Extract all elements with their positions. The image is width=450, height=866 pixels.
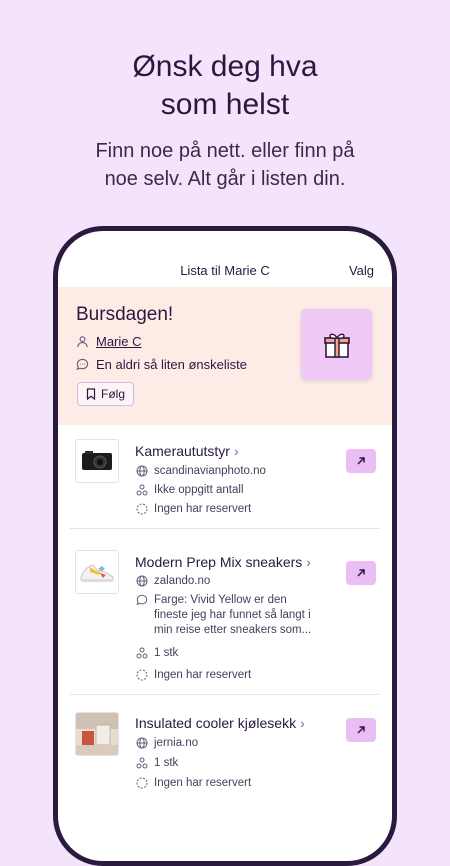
item-name[interactable]: Insulated cooler kjølesekk ›: [135, 715, 305, 731]
wishlist-description: En aldri så liten ønskeliste: [96, 357, 248, 372]
comment-icon: [76, 358, 89, 371]
item-reservation: Ingen har reservert: [136, 502, 251, 517]
item-thumbnail: [75, 550, 119, 594]
item-quantity-text: 1 stk: [154, 647, 179, 659]
item-reservation: Ingen har reservert: [136, 776, 251, 791]
item-quantity: 1 stk: [136, 756, 178, 771]
item-name[interactable]: Kameraututstyr ›: [135, 443, 239, 459]
quantity-icon: [136, 647, 148, 659]
item-quantity: Ikke oppgitt antall: [136, 483, 244, 498]
comment-icon: [136, 594, 148, 606]
camera-image: [82, 451, 112, 470]
reservation-icon: [136, 503, 148, 515]
arrow-up-right-icon: [357, 457, 365, 465]
quantity-icon: [136, 757, 148, 769]
item-name-text: Modern Prep Mix sneakers: [135, 554, 303, 570]
item-reservation-text: Ingen har reservert: [154, 503, 252, 515]
open-link-button[interactable]: [346, 561, 376, 585]
arrow-up-right-icon: [357, 726, 365, 734]
gift-image: [301, 309, 372, 380]
hero-title-line1: Ønsk deg hva: [132, 50, 318, 83]
gift-icon: [323, 333, 350, 358]
item-store: jernia.no: [136, 736, 198, 751]
open-link-button[interactable]: [346, 718, 376, 742]
item-comment: Farge: Vivid Yellow er den fineste jeg h…: [136, 593, 311, 638]
list-owner-title: Lista til Marie C: [180, 263, 270, 278]
bookmark-icon: [86, 388, 96, 400]
hero-subtitle-line2: noe selv. Alt går i listen din.: [104, 168, 346, 190]
item-name-text: Kameraututstyr: [135, 443, 230, 459]
item-quantity: 1 stk: [136, 646, 178, 661]
item-store-text: zalando.no: [154, 575, 211, 587]
arrow-up-right-icon: [357, 569, 365, 577]
owner-row: Marie C: [76, 334, 142, 349]
item-store-text: jernia.no: [154, 737, 199, 749]
reservation-icon: [136, 669, 148, 681]
item-quantity-text: Ikke oppgitt antall: [154, 484, 244, 496]
comment-line2: fineste jeg har funnet så langt i: [154, 609, 311, 621]
hero-title: Ønsk deg hva som helst: [0, 48, 450, 124]
quantity-icon: [136, 484, 148, 496]
item-thumbnail: [75, 712, 119, 756]
divider: [70, 528, 380, 529]
comment-line3: min reise etter sneakers som...: [154, 624, 312, 636]
item-name-text: Insulated cooler kjølesekk: [135, 715, 297, 731]
chevron-right-icon: ›: [306, 554, 311, 570]
chevron-right-icon: ›: [233, 443, 239, 459]
item-store: scandinavianphoto.no: [136, 464, 266, 479]
item-thumbnail: [75, 439, 119, 483]
chevron-right-icon: ›: [300, 715, 305, 731]
item-name[interactable]: Modern Prep Mix sneakers ›: [135, 554, 311, 570]
reservation-icon: [136, 777, 148, 789]
wishlist-header: Bursdagen! Marie C En aldri så liten øns…: [58, 287, 392, 425]
divider: [70, 694, 380, 695]
sneakers-image: [80, 564, 114, 582]
item-comment-text: Farge: Vivid Yellow er den fineste jeg h…: [154, 593, 311, 638]
wishlist-title: Bursdagen!: [76, 304, 174, 325]
comment-line1: Farge: Vivid Yellow er den: [154, 594, 287, 606]
hero-subtitle-line1: Finn noe på nett. eller finn på: [95, 140, 355, 162]
item-reservation: Ingen har reservert: [136, 668, 251, 683]
cooler-bag-image: [76, 713, 118, 755]
description-row: En aldri så liten ønskeliste: [76, 357, 247, 372]
item-store-text: scandinavianphoto.no: [154, 465, 266, 477]
item-reservation-text: Ingen har reservert: [154, 777, 252, 789]
options-menu-button[interactable]: Valg: [349, 263, 374, 278]
globe-icon: [136, 465, 148, 477]
globe-icon: [136, 737, 148, 749]
hero-title-line2: som helst: [160, 88, 290, 121]
globe-icon: [136, 575, 148, 587]
item-reservation-text: Ingen har reservert: [154, 669, 252, 681]
phone-frame: Lista til Marie C Valg Bursdagen! Marie …: [53, 226, 397, 866]
hero-subtitle: Finn noe på nett. eller finn på noe selv…: [0, 137, 450, 193]
item-store: zalando.no: [136, 574, 210, 589]
follow-label: Følg: [101, 387, 125, 401]
person-icon: [77, 336, 88, 348]
owner-link[interactable]: Marie C: [96, 334, 142, 349]
item-quantity-text: 1 stk: [154, 757, 179, 769]
follow-button[interactable]: Følg: [77, 382, 134, 406]
open-link-button[interactable]: [346, 449, 376, 473]
